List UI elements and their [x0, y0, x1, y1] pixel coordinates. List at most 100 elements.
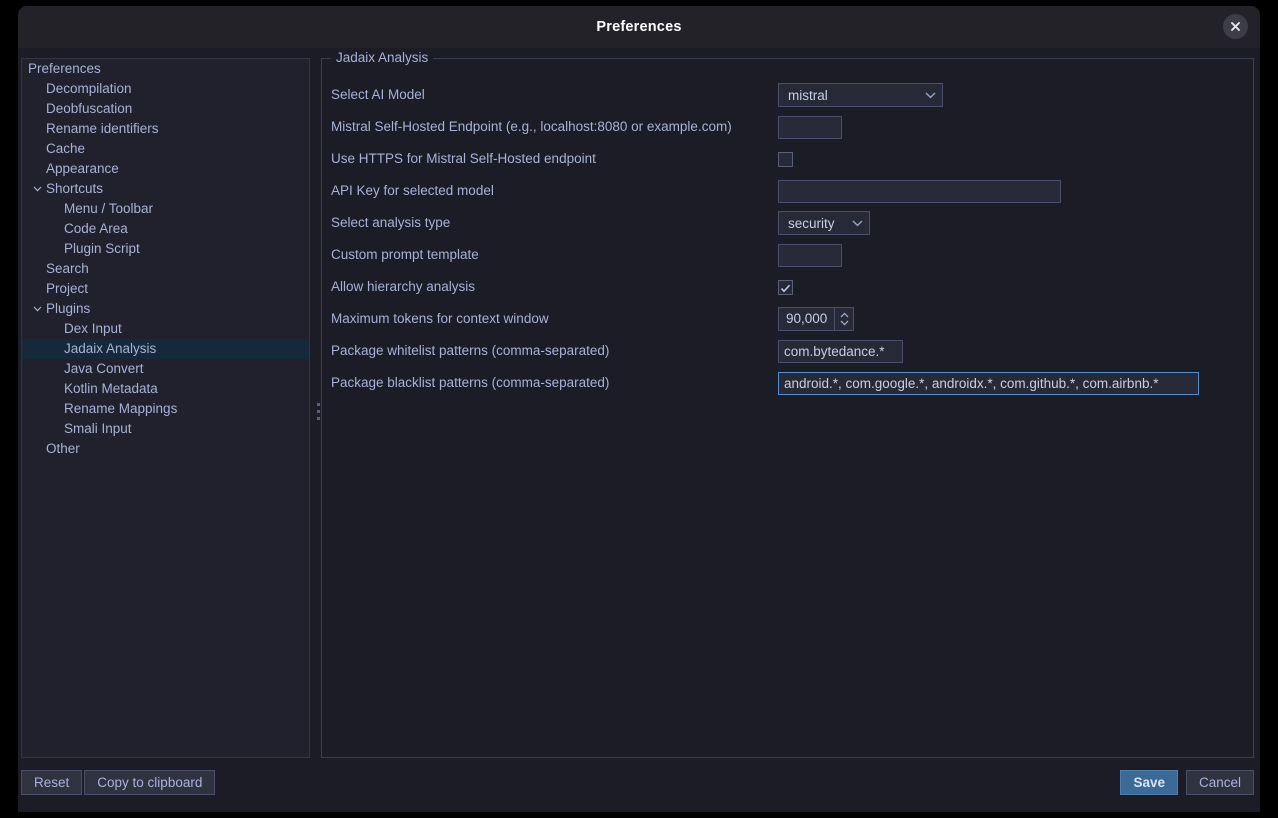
sidebar-item-kotlin-metadata[interactable]: Kotlin Metadata — [22, 379, 309, 399]
field-package-whitelist: com.bytedance.* — [778, 335, 903, 367]
footer-right-buttons: Save Cancel — [1112, 770, 1254, 795]
save-button[interactable]: Save — [1120, 770, 1178, 795]
input-api-key[interactable] — [778, 179, 1061, 203]
field-api-key — [778, 175, 1061, 207]
form-row-use-https: Use HTTPS for Mistral Self-Hosted endpoi… — [322, 143, 1253, 175]
sidebar-item-project[interactable]: Project — [22, 279, 309, 299]
form-row-api-key: API Key for selected model — [322, 175, 1253, 207]
sidebar-item-label: Deobfuscation — [46, 101, 133, 116]
sidebar-item-rename-mappings[interactable]: Rename Mappings — [22, 399, 309, 419]
input-mistral-endpoint[interactable] — [778, 115, 842, 139]
field-use-https — [778, 143, 793, 175]
sidebar-item-label: Java Convert — [64, 361, 144, 376]
reset-button[interactable]: Reset — [21, 770, 83, 795]
sidebar-item-label: Search — [46, 261, 89, 276]
footer-left-buttons: Reset Copy to clipboard — [21, 770, 216, 795]
screen: Preferences Preferences Decompilation Deob… — [0, 0, 1278, 818]
field-max-tokens: 90,000 — [778, 303, 855, 335]
groupbox-title: Jadaix Analysis — [331, 50, 434, 66]
sidebar-item-label: Code Area — [64, 221, 128, 236]
label-package-blacklist: Package blacklist patterns (comma-separa… — [331, 375, 610, 390]
spinner-max-tokens[interactable]: 90,000 — [778, 307, 855, 331]
label-custom-prompt: Custom prompt template — [331, 247, 479, 262]
sidebar-item-label: Dex Input — [64, 321, 122, 336]
sidebar-item-label: Other — [46, 441, 80, 456]
form-row-package-whitelist: Package whitelist patterns (comma-separa… — [322, 335, 1253, 367]
check-icon — [780, 281, 791, 292]
sidebar-item-jadaix-analysis[interactable]: Jadaix Analysis — [22, 339, 309, 359]
form-row-analysis-type: Select analysis type security — [322, 207, 1253, 239]
input-package-whitelist[interactable]: com.bytedance.* — [778, 339, 903, 363]
sidebar-item-label: Rename Mappings — [64, 401, 178, 416]
input-package-blacklist[interactable]: android.*, com.google.*, androidx.*, com… — [778, 371, 1199, 395]
sidebar-item-appearance[interactable]: Appearance — [22, 159, 309, 179]
sidebar-item-code-area[interactable]: Code Area — [22, 219, 309, 239]
window-title: Preferences — [596, 19, 682, 35]
sidebar-item-java-convert[interactable]: Java Convert — [22, 359, 309, 379]
field-select-ai-model: mistral — [778, 79, 943, 111]
checkbox-use-https[interactable] — [778, 151, 793, 167]
sidebar-item-label: Shortcuts — [46, 181, 104, 196]
label-allow-hierarchy: Allow hierarchy analysis — [331, 279, 476, 294]
preferences-window: Preferences Preferences Decompilation Deob… — [18, 6, 1260, 812]
cancel-button[interactable]: Cancel — [1185, 770, 1254, 795]
label-max-tokens: Maximum tokens for context window — [331, 311, 549, 326]
sidebar-item-other[interactable]: Other — [22, 439, 309, 459]
sidebar-item-plugins[interactable]: Plugins — [22, 299, 309, 319]
settings-form: Select AI Model mistral Mistral Self-Hoste… — [322, 75, 1253, 757]
sidebar-item-label: Plugin Script — [64, 241, 140, 256]
sidebar-item-label: Preferences — [28, 61, 101, 76]
sidebar-item-rename-identifiers[interactable]: Rename identifiers — [22, 119, 309, 139]
spinner-value[interactable]: 90,000 — [778, 307, 835, 331]
dialog-content: Preferences Decompilation Deobfuscation Ren… — [18, 48, 1260, 812]
chevron-down-icon[interactable] — [30, 299, 44, 319]
field-analysis-type: security — [778, 207, 870, 239]
chevron-down-icon — [925, 91, 936, 99]
form-row-select-ai-model: Select AI Model mistral — [322, 79, 1253, 111]
sidebar-item-label: Smali Input — [64, 421, 132, 436]
sidebar-item-search[interactable]: Search — [22, 259, 309, 279]
input-custom-prompt[interactable] — [778, 243, 842, 267]
form-row-mistral-endpoint: Mistral Self-Hosted Endpoint (e.g., loca… — [322, 111, 1253, 143]
select-value: security — [788, 215, 835, 231]
sidebar-item-decompilation[interactable]: Decompilation — [22, 79, 309, 99]
form-row-allow-hierarchy: Allow hierarchy analysis — [322, 271, 1253, 303]
sidebar-item-smali-input[interactable]: Smali Input — [22, 419, 309, 439]
sidebar-item-cache[interactable]: Cache — [22, 139, 309, 159]
sidebar-item-label: Kotlin Metadata — [64, 381, 158, 396]
field-custom-prompt — [778, 239, 842, 271]
select-select-ai-model[interactable]: mistral — [778, 83, 943, 107]
preferences-tree[interactable]: Preferences Decompilation Deobfuscation Ren… — [21, 58, 310, 758]
sidebar-item-label: Rename identifiers — [46, 121, 159, 136]
field-mistral-endpoint — [778, 111, 842, 143]
sidebar-item-shortcuts[interactable]: Shortcuts — [22, 179, 309, 199]
spinner-stepper-icon[interactable] — [834, 307, 855, 331]
sidebar-item-label: Decompilation — [46, 81, 132, 96]
label-api-key: API Key for selected model — [331, 183, 494, 198]
field-allow-hierarchy — [778, 271, 793, 303]
copy-to-clipboard-button[interactable]: Copy to clipboard — [84, 770, 216, 795]
close-glyph — [1231, 22, 1240, 31]
window-titlebar: Preferences — [18, 6, 1260, 49]
sidebar-item-plugin-script[interactable]: Plugin Script — [22, 239, 309, 259]
select-analysis-type[interactable]: security — [778, 211, 870, 235]
form-row-package-blacklist: Package blacklist patterns (comma-separa… — [322, 367, 1253, 399]
label-analysis-type: Select analysis type — [331, 215, 451, 230]
sidebar-item-dex-input[interactable]: Dex Input — [22, 319, 309, 339]
label-select-ai-model: Select AI Model — [331, 87, 425, 102]
form-row-custom-prompt: Custom prompt template — [322, 239, 1253, 271]
sidebar-item-preferences[interactable]: Preferences — [22, 59, 309, 79]
sidebar-item-deobfuscation[interactable]: Deobfuscation — [22, 99, 309, 119]
sidebar-item-label: Plugins — [46, 301, 91, 316]
close-icon[interactable] — [1223, 14, 1248, 39]
sidebar-item-label: Project — [46, 281, 89, 296]
label-use-https: Use HTTPS for Mistral Self-Hosted endpoi… — [331, 151, 596, 166]
label-package-whitelist: Package whitelist patterns (comma-separa… — [331, 343, 610, 358]
settings-groupbox: Jadaix Analysis Select AI Model mistral Mi… — [321, 50, 1254, 758]
checkbox-allow-hierarchy[interactable] — [778, 279, 793, 295]
form-row-max-tokens: Maximum tokens for context window 90,000 — [322, 303, 1253, 335]
sidebar-item-menu-toolbar[interactable]: Menu / Toolbar — [22, 199, 309, 219]
sidebar-item-label: Menu / Toolbar — [64, 201, 154, 216]
sidebar-item-label: Cache — [46, 141, 86, 156]
chevron-down-icon[interactable] — [30, 179, 44, 199]
